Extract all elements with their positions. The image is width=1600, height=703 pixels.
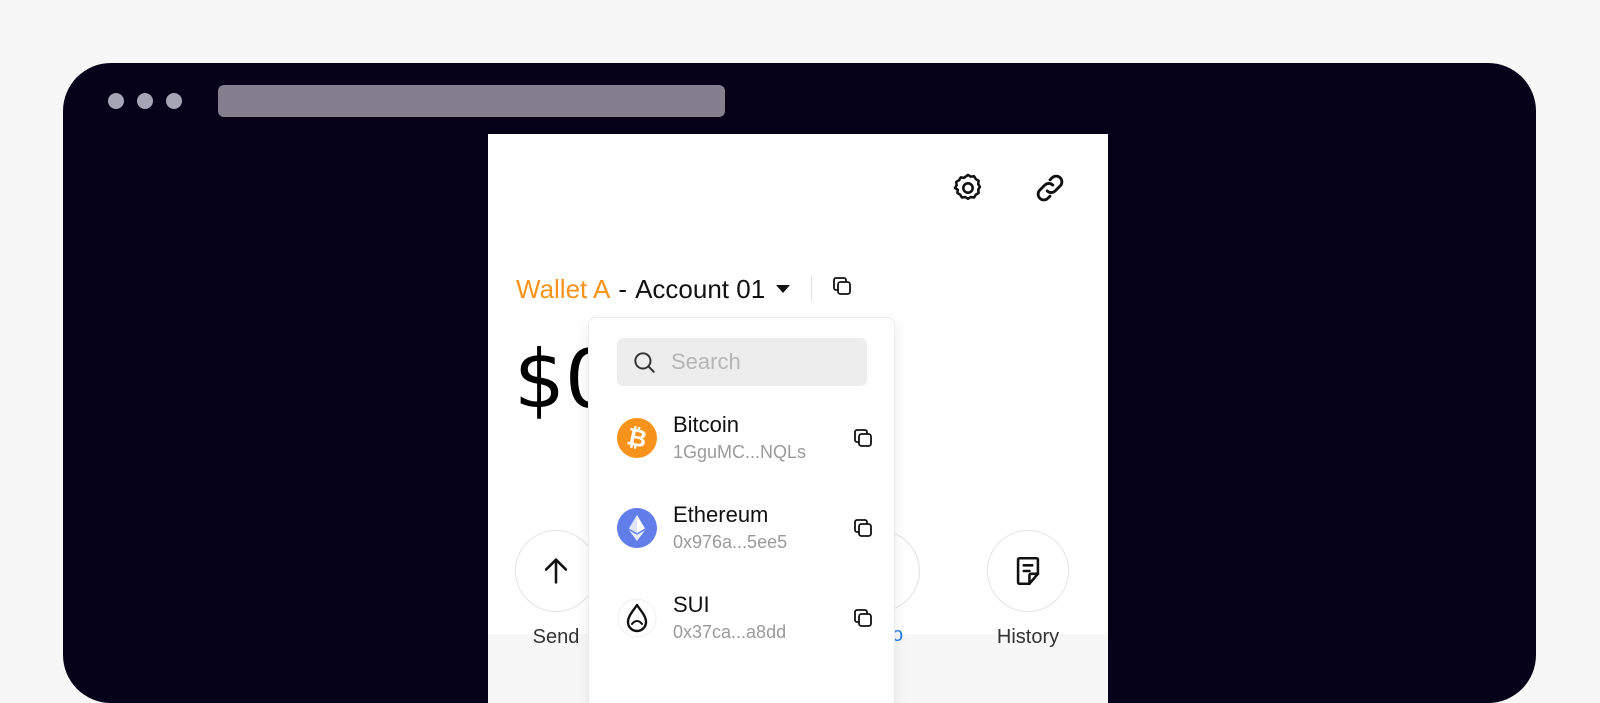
- wallet-account-separator: -: [618, 273, 628, 304]
- send-button[interactable]: [515, 530, 597, 612]
- ethereum-icon: [617, 508, 657, 548]
- coin-name: Bitcoin: [673, 412, 740, 437]
- search-icon: [634, 352, 655, 373]
- arrow-up-icon: [544, 558, 568, 584]
- send-label: Send: [532, 626, 580, 648]
- copy-icon: [854, 429, 872, 447]
- coin-name: Ethereum: [673, 502, 769, 527]
- copy-icon: [854, 609, 872, 627]
- wallet-name: Wallet A: [516, 273, 611, 304]
- copy-icon: [833, 276, 852, 295]
- history-button[interactable]: [987, 530, 1069, 612]
- divider: [811, 276, 813, 302]
- coin-name: SUI: [673, 592, 710, 617]
- window-dot-2[interactable]: [137, 93, 153, 109]
- search-box[interactable]: [617, 338, 867, 386]
- window-dot-1[interactable]: [108, 93, 124, 109]
- gear-icon: [953, 173, 982, 201]
- link-icon: [1036, 174, 1064, 202]
- copy-address-button[interactable]: [849, 604, 877, 632]
- panel-edge: [1108, 134, 1111, 568]
- coin-address: 0x37ca...a8dd: [673, 622, 787, 642]
- copy-account-button[interactable]: [830, 274, 854, 305]
- connect-link-button[interactable]: [1030, 168, 1070, 208]
- account-name: Account 01: [635, 273, 766, 304]
- search-input[interactable]: [669, 348, 853, 376]
- send-action[interactable]: Send: [514, 530, 598, 649]
- coin-row-ethereum[interactable]: Ethereum 0x976a...5ee5: [617, 498, 877, 558]
- caret-down-icon: [776, 285, 791, 293]
- coin-address: 1GguMC...NQLs: [673, 442, 807, 462]
- address-bar[interactable]: [218, 85, 725, 117]
- account-selector[interactable]: Wallet A - Account 01: [516, 271, 854, 307]
- coin-row-bitcoin[interactable]: ₿ Bitcoin 1GguMC...NQLs: [617, 408, 877, 468]
- copy-icon: [854, 519, 872, 537]
- sui-icon: [617, 598, 657, 638]
- history-document-icon: [1016, 556, 1040, 586]
- window-dot-3[interactable]: [166, 93, 182, 109]
- account-dropdown: ₿ Bitcoin 1GguMC...NQLs: [588, 317, 895, 703]
- coin-row-sui[interactable]: SUI 0x37ca...a8dd: [617, 588, 877, 648]
- bitcoin-icon: ₿: [617, 418, 657, 458]
- history-label: History: [996, 626, 1060, 648]
- settings-button[interactable]: [948, 168, 988, 208]
- history-action[interactable]: History: [986, 530, 1070, 649]
- copy-address-button[interactable]: [849, 514, 877, 542]
- browser-window: Wallet A - Account 01 $0 Send o History …: [63, 63, 1536, 703]
- copy-address-button[interactable]: [849, 424, 877, 452]
- coin-address: 0x976a...5ee5: [673, 532, 788, 552]
- window-controls: [108, 93, 182, 109]
